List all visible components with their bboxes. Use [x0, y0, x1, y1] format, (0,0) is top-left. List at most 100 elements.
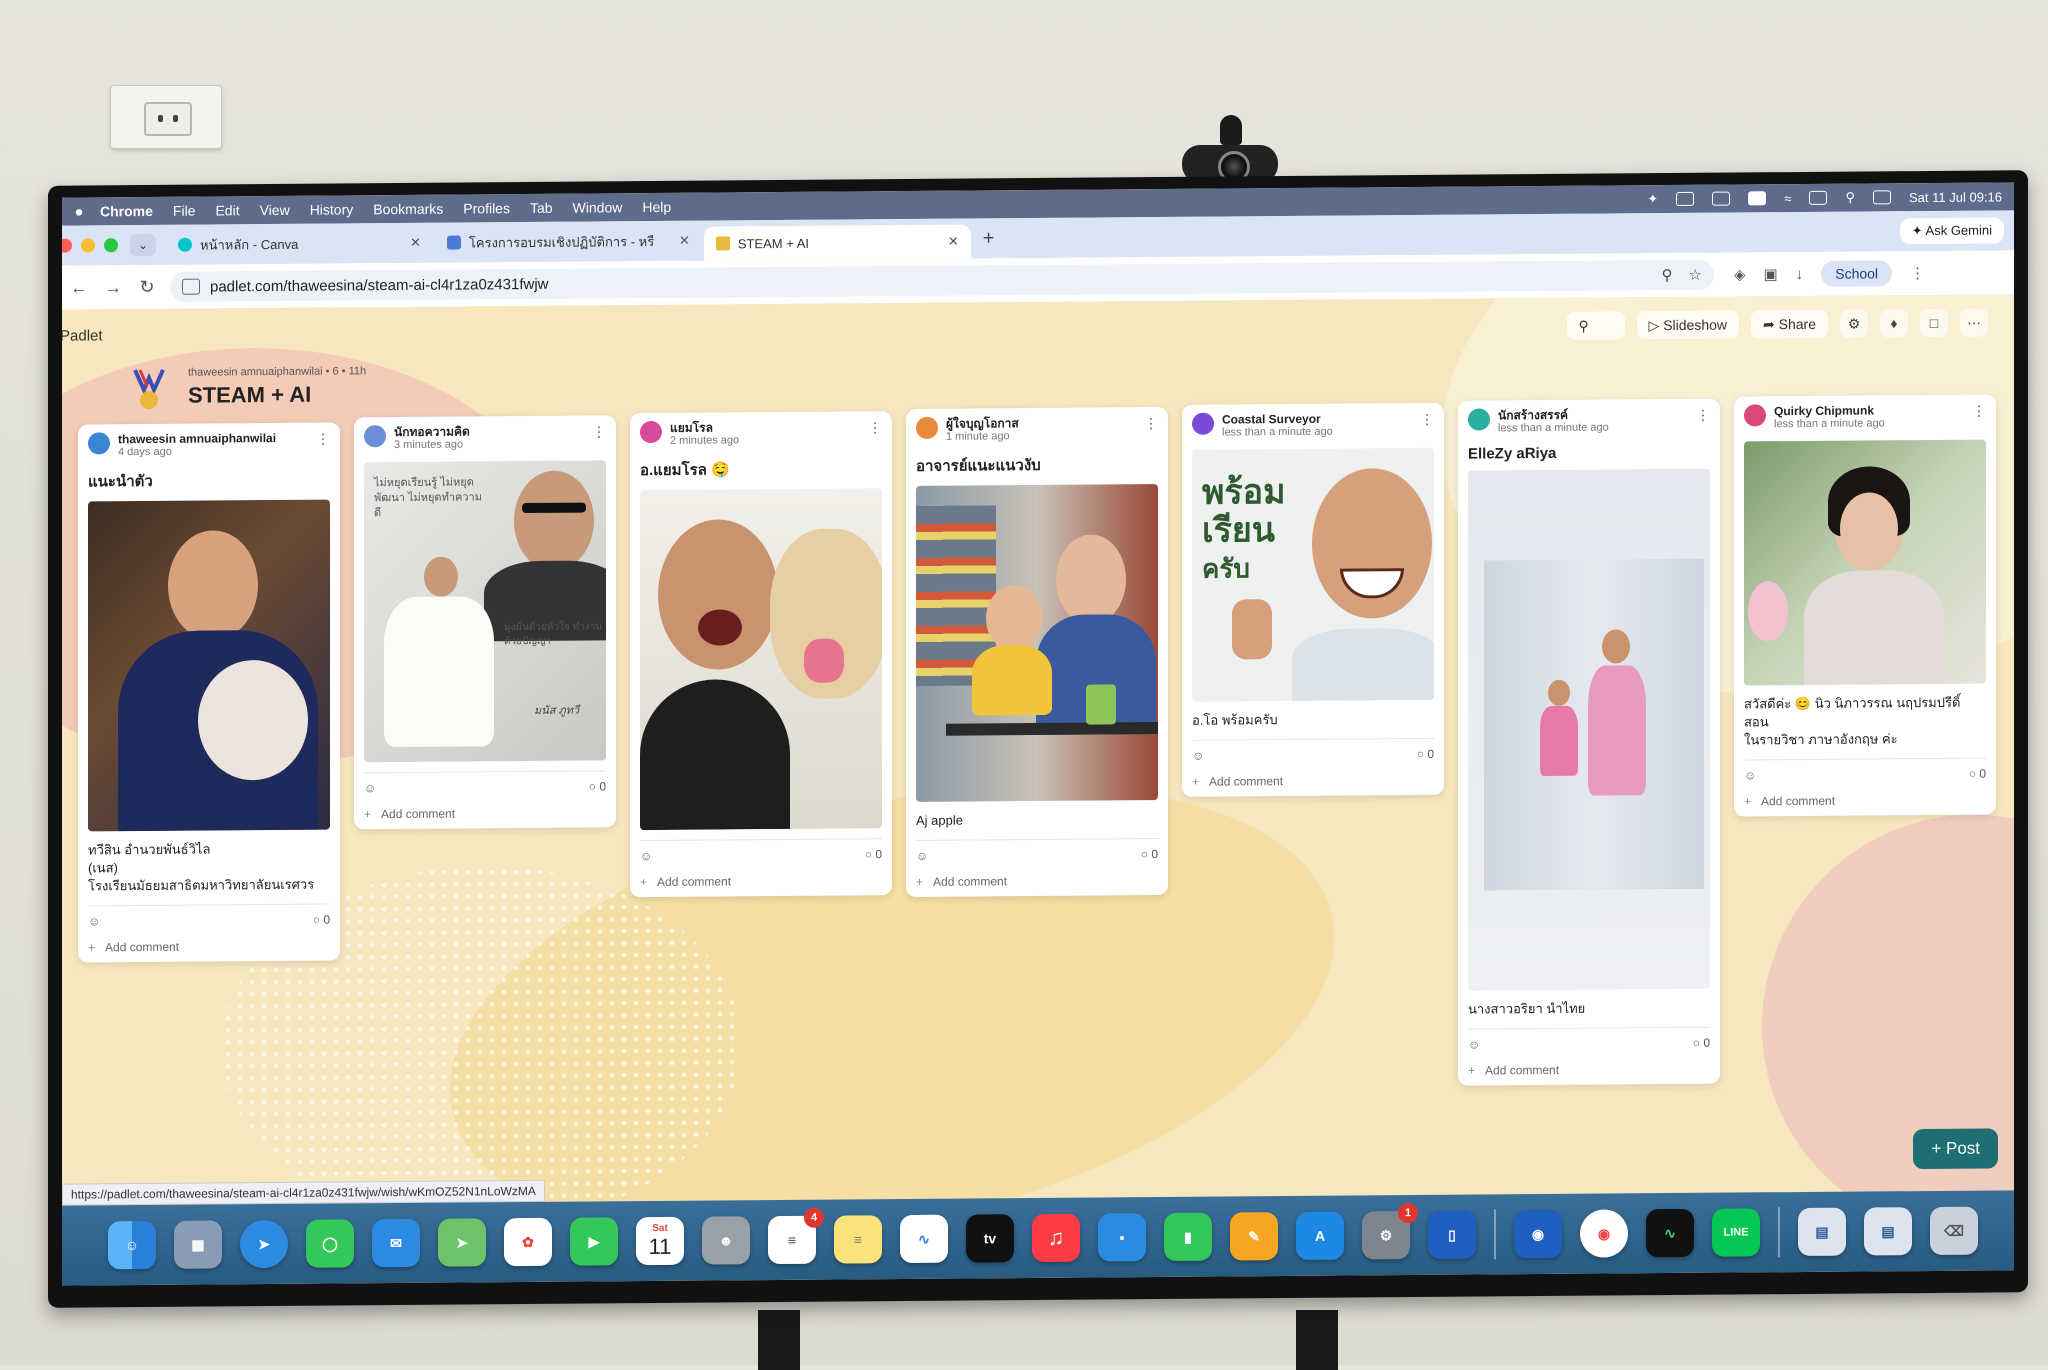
reminders-icon[interactable]: ≡ 4 [768, 1207, 824, 1265]
menu-chrome[interactable]: Chrome [100, 203, 153, 219]
add-reaction-icon[interactable]: ☺ [1192, 749, 1204, 763]
keynote-icon[interactable]: ▪ [1098, 1213, 1146, 1262]
safari-icon[interactable]: ➤ [240, 1219, 288, 1269]
app-store-icon[interactable]: A [1296, 1211, 1344, 1260]
menubar-clock[interactable]: Sat 11 Jul 09:16 [1909, 189, 2002, 205]
extension-icon[interactable]: ◈ [1734, 265, 1746, 283]
photos-icon[interactable]: ✿ [504, 1217, 552, 1267]
post-menu-icon[interactable]: ⋮ [1420, 411, 1434, 428]
add-reaction-icon[interactable]: ☺ [1744, 768, 1756, 782]
notes-icon[interactable]: ≡ [834, 1215, 882, 1264]
numbers-icon[interactable]: ▮ [1164, 1212, 1212, 1262]
post-image[interactable] [1468, 468, 1710, 991]
tab-search-chevron-icon[interactable]: ⌄ [130, 233, 156, 257]
add-comment-button[interactable]: + Add comment [640, 873, 882, 889]
calendar-icon[interactable]: Sat 11 [636, 1216, 684, 1266]
menu-edit[interactable]: Edit [215, 202, 239, 218]
post-card[interactable]: Quirky Chipmunk less than a minute ago ⋮ … [1734, 394, 1996, 817]
facetime-icon[interactable]: ▶ [570, 1217, 618, 1266]
menu-tab[interactable]: Tab [530, 200, 553, 216]
pages-icon[interactable]: ✎ [1230, 1212, 1278, 1261]
battery-icon[interactable] [1748, 191, 1767, 206]
gemini-sparkle-icon[interactable]: ✦ [1647, 191, 1658, 207]
minimize-window-icon[interactable] [81, 238, 95, 253]
menu-history[interactable]: History [310, 201, 354, 217]
messages-icon[interactable]: ◯ [306, 1219, 354, 1268]
add-comment-button[interactable]: + Add comment [1192, 773, 1434, 789]
post-card[interactable]: Coastal Surveyor less than a minute ago ⋮… [1182, 402, 1444, 797]
mail-icon[interactable]: ✉ [372, 1218, 420, 1268]
menu-bookmarks[interactable]: Bookmarks [373, 201, 443, 218]
remake-icon[interactable]: □ [1920, 308, 1948, 338]
menu-file[interactable]: File [173, 203, 196, 219]
add-comment-button[interactable]: + Add comment [88, 939, 330, 955]
control-center-icon[interactable] [1873, 190, 1891, 205]
freeform-icon[interactable]: ∿ [900, 1214, 948, 1264]
tab-canva[interactable]: หน้าหลัก - Canva ✕ [166, 228, 433, 260]
add-reaction-icon[interactable]: ☺ [364, 781, 376, 795]
add-comment-button[interactable]: + Add comment [1744, 793, 1986, 809]
bookmark-star-icon[interactable]: ☆ [1689, 266, 1702, 284]
post-menu-icon[interactable]: ⋮ [1972, 403, 1986, 420]
activity-monitor-icon[interactable]: ∿ [1646, 1208, 1694, 1258]
profile-button[interactable]: School [1821, 260, 1893, 287]
back-icon[interactable]: ← [62, 277, 96, 298]
post-image[interactable] [88, 499, 330, 832]
close-tab-icon[interactable]: ✕ [679, 233, 690, 249]
apple-icon[interactable]: ● [68, 203, 90, 220]
menu-window[interactable]: Window [573, 199, 623, 215]
more-options-icon[interactable]: ⋯ [1960, 308, 1988, 337]
new-post-button[interactable]: + Post [1913, 1128, 1998, 1170]
post-menu-icon[interactable]: ⋮ [316, 431, 330, 448]
close-tab-icon[interactable]: ✕ [948, 234, 959, 250]
documents-stack-icon[interactable]: ▤ [1864, 1207, 1912, 1256]
download-icon[interactable]: ↓ [1796, 265, 1804, 282]
add-comment-button[interactable]: + Add comment [364, 805, 606, 822]
post-image[interactable] [916, 484, 1158, 802]
post-menu-icon[interactable]: ⋮ [1144, 415, 1158, 432]
downloads-stack-icon[interactable]: ▤ [1798, 1207, 1846, 1257]
add-reaction-icon[interactable]: ☺ [1468, 1038, 1480, 1052]
tab-steam-ai[interactable]: STEAM + AI ✕ [703, 224, 971, 261]
spotlight-search-icon[interactable]: ⚲ [1845, 190, 1855, 206]
post-image[interactable]: ไม่หยุดเรียนรู้ ไม่หยุดพัฒนา ไม่หยุดทำคว… [364, 460, 606, 763]
system-settings-icon[interactable]: ⚙ 1 [1362, 1203, 1418, 1260]
trash-icon[interactable]: ⌫ [1930, 1206, 1978, 1255]
post-image[interactable] [1744, 439, 1986, 686]
slideshow-button[interactable]: ▷ Slideshow [1636, 310, 1740, 340]
add-reaction-icon[interactable]: ☺ [88, 914, 100, 928]
post-card[interactable]: ผู้ใจบุญโอกาส 1 minute ago ⋮ อาจารย์แนะแน… [906, 406, 1168, 898]
share-button[interactable]: ➦ Share [1751, 309, 1828, 339]
add-reaction-icon[interactable]: ☺ [640, 849, 652, 863]
post-image[interactable]: พร้อม เรียน ครับ [1192, 447, 1434, 702]
screen-sharing-icon[interactable]: ◉ [1514, 1209, 1562, 1259]
chrome-icon[interactable]: ◉ [1580, 1209, 1628, 1258]
notifications-bell-icon[interactable]: ♦ [1880, 309, 1908, 338]
zoom-icon[interactable]: ⚲ [1662, 266, 1673, 284]
site-info-icon[interactable] [182, 278, 200, 295]
launchpad-icon[interactable]: ▦ [174, 1220, 222, 1269]
add-reaction-icon[interactable]: ☺ [916, 849, 928, 863]
forward-icon[interactable]: → [96, 277, 130, 298]
post-card[interactable]: นักทอความคิด 3 minutes ago ⋮ ไม่หยุดเรียน… [354, 415, 616, 830]
close-tab-icon[interactable]: ✕ [410, 235, 421, 251]
line-app-icon[interactable]: LINE [1712, 1208, 1760, 1257]
post-card[interactable]: แยมโรล 2 minutes ago ⋮ อ.แยมโรล 🤤 ☺ ○ 0 + A… [630, 411, 892, 898]
tab-training-project[interactable]: โครงการอบรมเชิงปฏิบัติการ - หรื ✕ [435, 226, 702, 258]
post-menu-icon[interactable]: ⋮ [1696, 407, 1710, 424]
screen-mirroring-icon[interactable] [1712, 191, 1731, 206]
post-image[interactable] [640, 488, 882, 831]
add-comment-button[interactable]: + Add comment [916, 873, 1158, 889]
new-tab-icon[interactable]: + [983, 227, 995, 250]
ask-gemini-button[interactable]: ✦ Ask Gemini [1899, 217, 2004, 245]
keyboard-icon[interactable] [1809, 190, 1828, 205]
extensions-puzzle-icon[interactable]: ▣ [1764, 265, 1778, 283]
menu-help[interactable]: Help [642, 199, 671, 215]
maps-icon[interactable]: ➤ [438, 1218, 486, 1267]
board-search-button[interactable]: ⚲ [1566, 311, 1625, 340]
menu-profiles[interactable]: Profiles [463, 200, 510, 216]
chat-status-icon[interactable] [1676, 191, 1695, 206]
post-menu-icon[interactable]: ⋮ [868, 419, 882, 436]
close-window-icon[interactable] [62, 238, 72, 253]
reload-icon[interactable]: ↻ [130, 276, 164, 297]
